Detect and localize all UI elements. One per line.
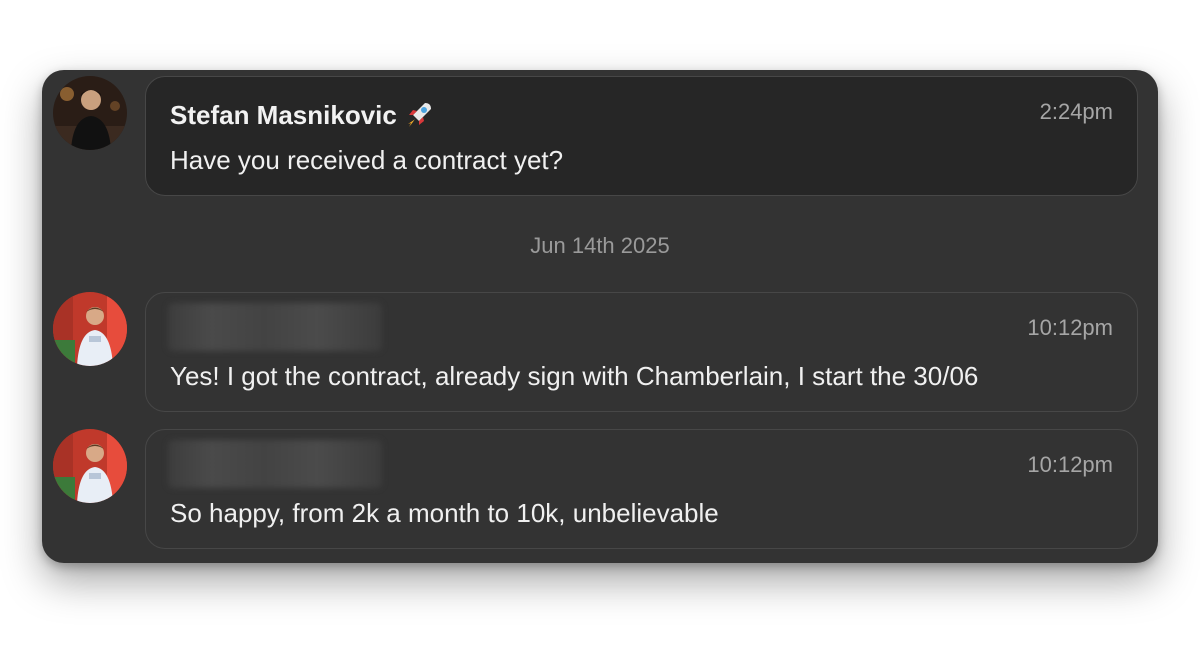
message-text: So happy, from 2k a month to 10k, unbeli… xyxy=(170,498,719,528)
chat-card: Stefan Masnikovic 2:24pm Have you receiv… xyxy=(42,70,1158,563)
rocket-icon xyxy=(407,103,431,127)
avatar[interactable] xyxy=(53,292,127,366)
timestamp: 10:12pm xyxy=(1027,315,1113,340)
message-bubble[interactable]: 10:12pm So happy, from 2k a month to 10k… xyxy=(145,429,1138,549)
blurred-sender-name xyxy=(168,303,382,351)
sender-name: Stefan Masnikovic xyxy=(170,99,435,131)
message-text: Yes! I got the contract, already sign wi… xyxy=(170,361,979,391)
message-text: Have you received a contract yet? xyxy=(170,145,564,175)
avatar-user-image xyxy=(53,429,127,503)
message-bubble[interactable]: 10:12pm Yes! I got the contract, already… xyxy=(145,292,1138,412)
date-separator: Jun 14th 2025 xyxy=(530,233,670,258)
sender-name-text: Stefan Masnikovic xyxy=(170,99,397,130)
blurred-sender-name xyxy=(168,440,382,488)
avatar[interactable] xyxy=(53,429,127,503)
avatar-user-image xyxy=(53,292,127,366)
avatar-stefan-image xyxy=(53,76,127,150)
timestamp: 10:12pm xyxy=(1027,452,1113,477)
avatar[interactable] xyxy=(53,76,127,150)
timestamp: 2:24pm xyxy=(1039,99,1113,124)
message-bubble[interactable]: Stefan Masnikovic 2:24pm Have you receiv… xyxy=(145,76,1138,196)
